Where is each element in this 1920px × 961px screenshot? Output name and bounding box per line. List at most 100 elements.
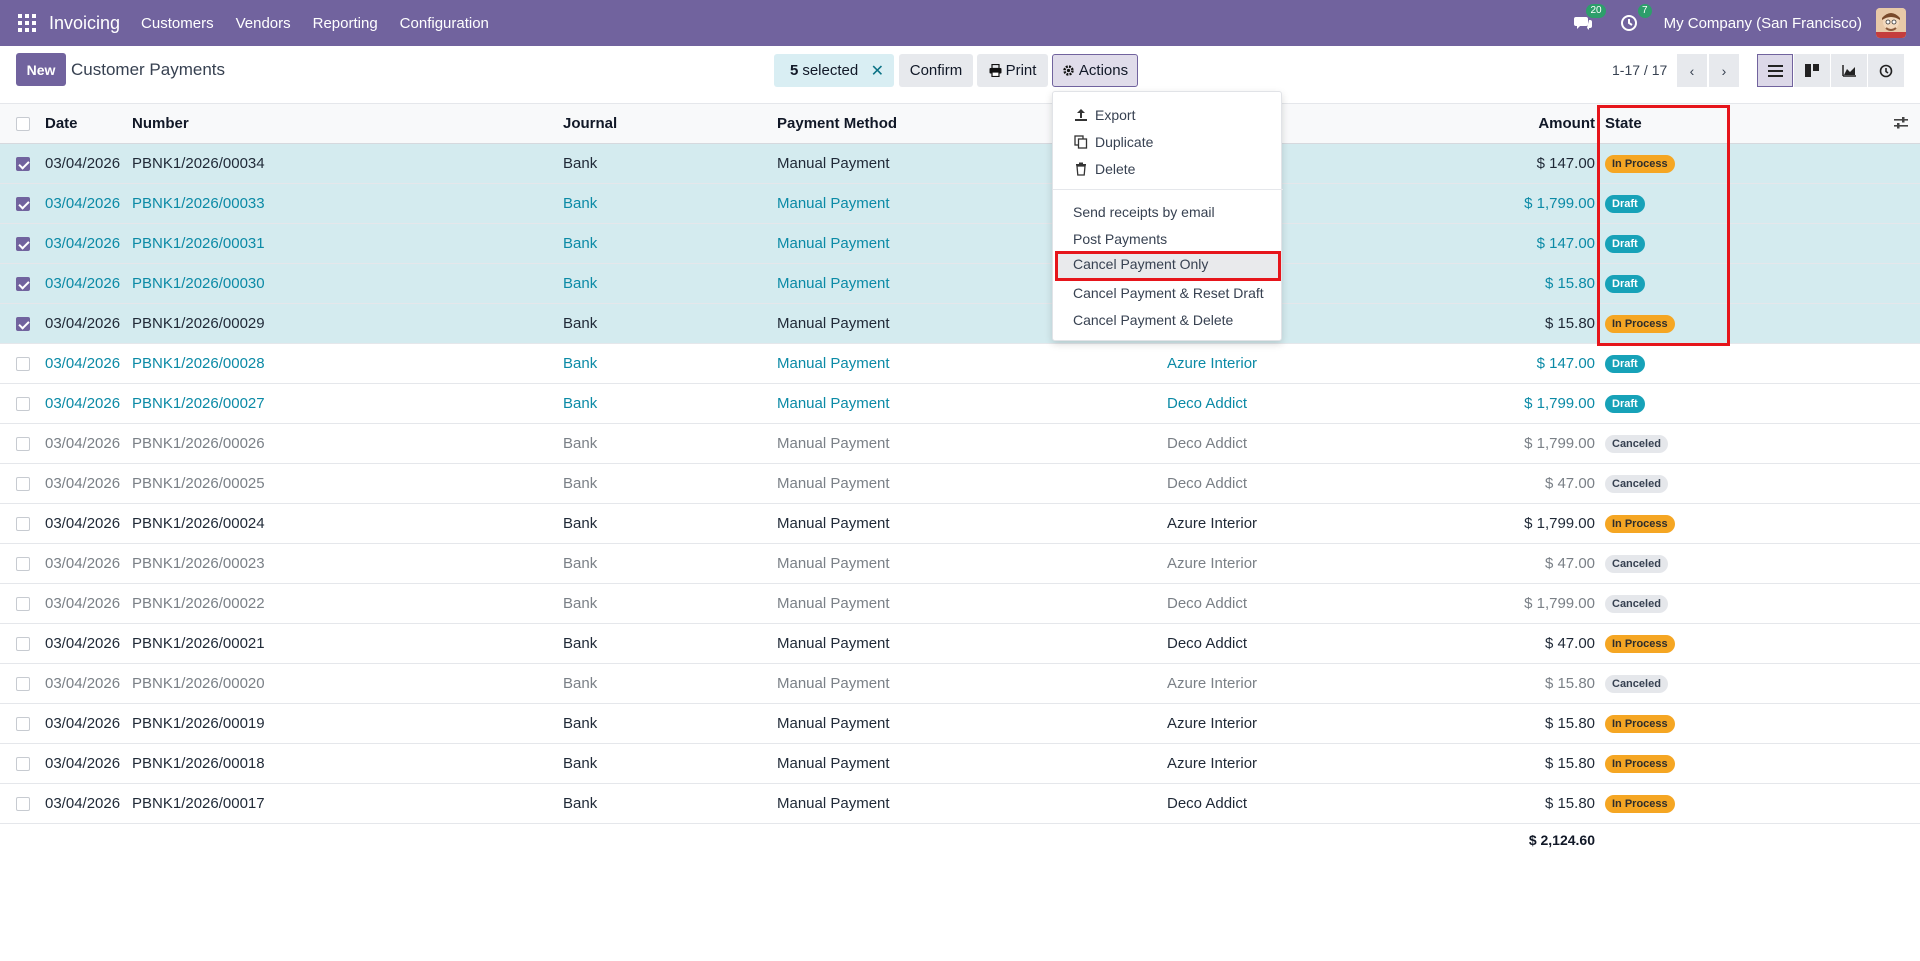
clear-selection-icon[interactable]: ✕ [871,61,884,81]
cell-journal: Bank [563,435,598,452]
row-checkbox[interactable] [16,757,30,771]
cell-state: Canceled [1605,584,1668,624]
list-icon [1767,64,1783,77]
menu-item-cancel-payment-only[interactable]: Cancel Payment Only [1055,251,1281,281]
cell-amount: $ 1,799.00 [1524,195,1595,212]
pager-previous-button[interactable]: ‹ [1677,54,1707,87]
menu-reporting[interactable]: Reporting [313,15,378,32]
row-checkbox[interactable] [16,717,30,731]
menu-customers[interactable]: Customers [141,15,214,32]
cell-customer: Azure Interior [1167,755,1258,772]
activities-button[interactable]: 7 [1618,4,1652,34]
table-row[interactable]: 03/04/2026 PBNK1/2026/00019 Bank Manual Pay… [0,704,1920,744]
area-chart-icon [1841,65,1856,77]
cell-amount: $ 47.00 [1544,635,1595,652]
status-badge: In Process [1605,635,1675,654]
state-column-highlight [1597,105,1730,346]
menu-item-duplicate[interactable]: Duplicate [1053,129,1283,155]
table-row[interactable]: 03/04/2026 PBNK1/2026/00021 Bank Manual Pay… [0,624,1920,664]
menu-item-post-payments[interactable]: Post Payments [1053,226,1283,252]
row-checkbox[interactable] [16,437,30,451]
confirm-button[interactable]: Confirm [899,54,973,87]
cell-payment-method: Manual Payment [777,555,890,572]
menu-item-export[interactable]: Export [1053,102,1283,128]
row-checkbox[interactable] [16,477,30,491]
table-row[interactable]: 03/04/2026 PBNK1/2026/00023 Bank Manual Pay… [0,544,1920,584]
row-checkbox[interactable] [16,517,30,531]
cell-payment-method: Manual Payment [777,635,890,652]
row-checkbox[interactable] [16,557,30,571]
column-header-journal[interactable]: Journal [563,104,617,144]
pager-next-button[interactable]: › [1709,54,1739,87]
row-checkbox[interactable] [16,397,30,411]
cell-date: 03/04/2026 [45,675,121,692]
cell-payment-method: Manual Payment [777,355,890,372]
table-row[interactable]: 03/04/2026 PBNK1/2026/00025 Bank Manual Pay… [0,464,1920,504]
cell-journal: Bank [563,515,598,532]
column-header-number[interactable]: Number [132,104,189,144]
cell-date: 03/04/2026 [45,795,121,812]
status-badge: Canceled [1605,595,1668,614]
table-row[interactable]: 03/04/2026 PBNK1/2026/00027 Bank Manual Pay… [0,384,1920,424]
apps-grid-icon[interactable] [18,14,36,32]
table-row[interactable]: 03/04/2026 PBNK1/2026/00022 Bank Manual Pay… [0,584,1920,624]
cell-date: 03/04/2026 [45,235,121,252]
row-checkbox[interactable] [16,317,30,331]
row-checkbox[interactable] [16,277,30,291]
cell-journal: Bank [563,555,598,572]
cell-customer: Azure Interior [1167,515,1258,532]
messages-button[interactable]: 20 [1572,4,1606,34]
cell-payment-method: Manual Payment [777,195,890,212]
row-checkbox[interactable] [16,637,30,651]
gear-icon [1063,65,1074,76]
actions-button[interactable]: Actions [1052,54,1138,87]
column-header-date[interactable]: Date [45,104,78,144]
row-checkbox[interactable] [16,677,30,691]
column-header-payment-method[interactable]: Payment Method [777,104,897,144]
menu-item-cancel-delete[interactable]: Cancel Payment & Delete [1053,307,1283,333]
column-header-amount[interactable]: Amount [1450,104,1595,144]
menu-item-cancel-reset-draft[interactable]: Cancel Payment & Reset Draft [1053,280,1283,306]
row-checkbox[interactable] [16,237,30,251]
kanban-view-button[interactable] [1794,54,1830,87]
graph-view-button[interactable] [1831,54,1867,87]
actions-dropdown-menu: Export Duplicate Delete Send receipts by… [1052,91,1283,341]
row-checkbox[interactable] [16,197,30,211]
select-all-checkbox[interactable] [16,117,30,131]
printer-icon [989,64,1002,77]
pager-value[interactable]: 1-17 / 17 [1612,62,1667,78]
menu-item-delete[interactable]: Delete [1053,156,1283,182]
table-row[interactable]: 03/04/2026 PBNK1/2026/00028 Bank Manual Pay… [0,344,1920,384]
table-row[interactable]: 03/04/2026 PBNK1/2026/00024 Bank Manual Pay… [0,504,1920,544]
table-row[interactable]: 03/04/2026 PBNK1/2026/00020 Bank Manual Pay… [0,664,1920,704]
row-checkbox[interactable] [16,357,30,371]
new-button[interactable]: New [16,53,66,86]
cell-date: 03/04/2026 [45,635,121,652]
row-checkbox[interactable] [16,797,30,811]
cell-state: Canceled [1605,544,1668,584]
table-row[interactable]: 03/04/2026 PBNK1/2026/00026 Bank Manual Pay… [0,424,1920,464]
table-row[interactable]: 03/04/2026 PBNK1/2026/00018 Bank Manual Pay… [0,744,1920,784]
company-switcher[interactable]: My Company (San Francisco) [1664,15,1862,32]
sliders-icon [1894,117,1908,129]
table-row[interactable]: 03/04/2026 PBNK1/2026/00017 Bank Manual Pay… [0,784,1920,824]
cell-state: In Process [1605,704,1675,744]
cell-journal: Bank [563,595,598,612]
row-checkbox[interactable] [16,157,30,171]
cell-number: PBNK1/2026/00017 [132,795,265,812]
status-badge: In Process [1605,755,1675,774]
cell-date: 03/04/2026 [45,155,121,172]
optional-columns-toggle[interactable] [1894,116,1908,133]
menu-configuration[interactable]: Configuration [400,15,489,32]
menu-vendors[interactable]: Vendors [236,15,291,32]
print-button[interactable]: Print [977,54,1048,87]
cell-date: 03/04/2026 [45,195,121,212]
row-checkbox[interactable] [16,597,30,611]
user-avatar[interactable] [1876,8,1906,38]
actions-label: Actions [1078,62,1129,79]
cell-number: PBNK1/2026/00028 [132,355,265,372]
activity-view-button[interactable] [1868,54,1904,87]
list-view-button[interactable] [1757,54,1793,87]
app-brand[interactable]: Invoicing [49,13,120,34]
menu-item-send-receipts[interactable]: Send receipts by email [1053,199,1283,225]
